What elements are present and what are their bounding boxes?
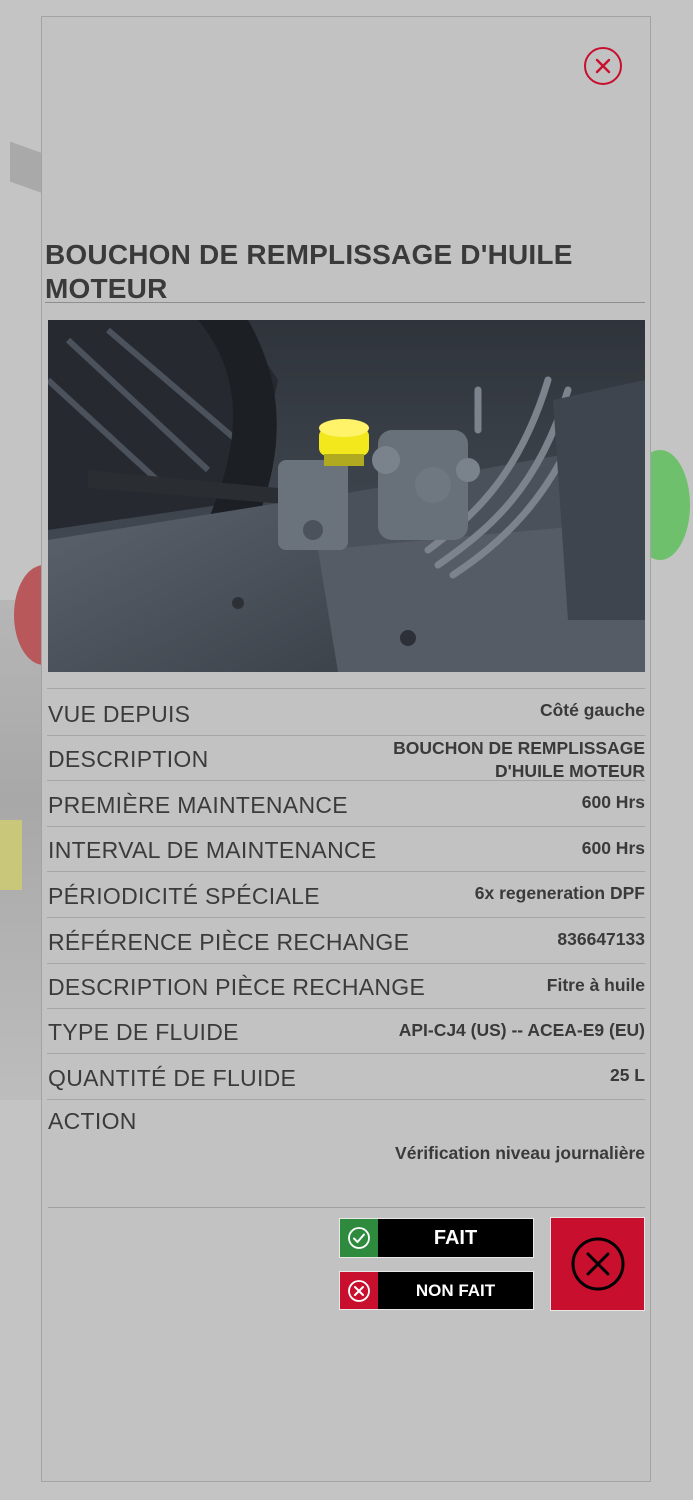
- detail-label: PREMIÈRE MAINTENANCE: [48, 792, 348, 818]
- details-table: VUE DEPUIS Côté gauche DESCRIPTION BOUCH…: [47, 688, 645, 1179]
- detail-value: 6x regeneration DPF: [474, 883, 645, 903]
- detail-label: PÉRIODICITÉ SPÉCIALE: [48, 883, 320, 909]
- close-icon: [595, 58, 611, 74]
- divider: [45, 302, 645, 303]
- detail-label: VUE DEPUIS: [48, 701, 191, 727]
- background-machine-part: [0, 820, 22, 890]
- detail-row-part-reference: RÉFÉRENCE PIÈCE RECHANGE 836647133: [47, 917, 645, 963]
- detail-row-special-periodicity: PÉRIODICITÉ SPÉCIALE 6x regeneration DPF: [47, 871, 645, 917]
- done-button[interactable]: FAIT: [339, 1218, 534, 1258]
- detail-row-first-maintenance: PREMIÈRE MAINTENANCE 600 Hrs: [47, 780, 645, 826]
- detail-value: 600 Hrs: [581, 792, 645, 812]
- done-button-label: FAIT: [378, 1219, 533, 1257]
- detail-row-fluid-type: TYPE DE FLUIDE API-CJ4 (US) -- ACEA-E9 (…: [47, 1008, 645, 1053]
- divider: [48, 1207, 645, 1208]
- detail-row-maintenance-interval: INTERVAL DE MAINTENANCE 600 Hrs: [47, 826, 645, 871]
- cancel-button[interactable]: [550, 1217, 645, 1311]
- detail-label: TYPE DE FLUIDE: [48, 1019, 239, 1045]
- detail-label: INTERVAL DE MAINTENANCE: [48, 837, 377, 863]
- detail-value: Côté gauche: [539, 700, 645, 720]
- check-circle-icon: [340, 1219, 378, 1257]
- x-circle-icon: [571, 1237, 624, 1291]
- detail-row-part-description: DESCRIPTION PIÈCE RECHANGE Fitre à huile: [47, 963, 645, 1008]
- detail-value: 836647133: [557, 929, 645, 949]
- detail-label: ACTION: [48, 1108, 137, 1134]
- detail-value: BOUCHON DE REMPLISSAGE D'HUILE MOTEUR: [393, 738, 645, 781]
- detail-value: API-CJ4 (US) -- ACEA-E9 (EU): [398, 1020, 645, 1040]
- detail-value: 25 L: [609, 1065, 645, 1085]
- page-title: BOUCHON DE REMPLISSAGE D'HUILE MOTEUR: [45, 239, 573, 304]
- detail-row-fluid-quantity: QUANTITÉ DE FLUIDE 25 L: [47, 1053, 645, 1099]
- detail-row-view: VUE DEPUIS Côté gauche: [47, 688, 645, 735]
- detail-row-action: ACTION Vérification niveau journalière: [47, 1099, 645, 1179]
- not-done-button[interactable]: NON FAIT: [339, 1271, 534, 1310]
- detail-value: Vérification niveau journalière: [395, 1143, 645, 1163]
- detail-label: DESCRIPTION: [48, 746, 209, 772]
- detail-value: 600 Hrs: [581, 838, 645, 858]
- detail-label: DESCRIPTION PIÈCE RECHANGE: [48, 974, 426, 1000]
- component-image: [48, 320, 645, 672]
- detail-value: Fitre à huile: [546, 975, 645, 995]
- detail-label: RÉFÉRENCE PIÈCE RECHANGE: [48, 929, 410, 955]
- detail-row-description: DESCRIPTION BOUCHON DE REMPLISSAGE D'HUI…: [47, 735, 645, 781]
- not-done-button-label: NON FAIT: [378, 1272, 533, 1309]
- detail-label: QUANTITÉ DE FLUIDE: [48, 1065, 297, 1091]
- x-circle-icon: [340, 1272, 378, 1309]
- close-button[interactable]: [584, 47, 622, 85]
